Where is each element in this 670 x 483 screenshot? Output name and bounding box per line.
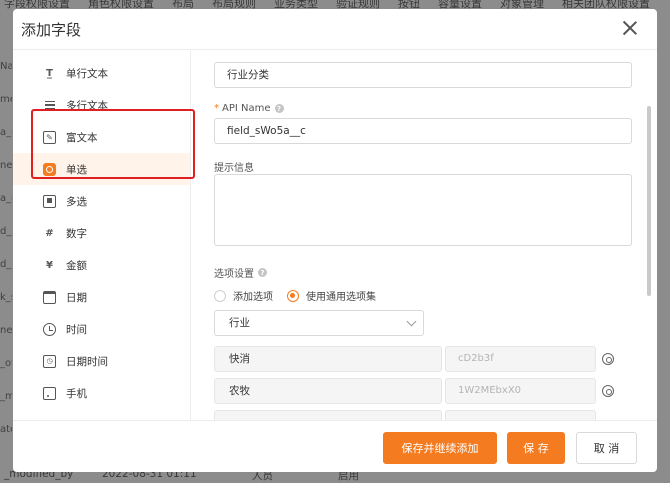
field-label-input[interactable]: 行业分类 [214, 62, 632, 88]
option-source-radio-group: 添加选项 使用通用选项集 [214, 288, 390, 303]
field-type-list: T̲ 单行文本 多行文本 ✎ 富文本 单选 多选 # 数字 ¥ 金额 日期 时间… [13, 51, 191, 420]
field-type-datetime[interactable]: ◷ 日期时间 [13, 345, 190, 377]
required-mark: * [214, 103, 219, 114]
field-type-label: 日期时间 [66, 355, 108, 368]
field-type-label: 单选 [66, 163, 87, 176]
text-icon: T̲ [46, 67, 53, 79]
field-type-number[interactable]: # 数字 [13, 217, 190, 249]
datetime-icon: ◷ [43, 354, 56, 368]
lines-icon [43, 99, 56, 112]
option-row-partial [214, 410, 624, 420]
api-name-label: * API Name ? [214, 103, 284, 114]
field-type-label: 数字 [66, 227, 87, 240]
rich-text-icon: ✎ [43, 130, 56, 144]
option-row: 快消 cD2b3f [214, 346, 624, 372]
field-type-label: 多选 [66, 195, 87, 208]
radio-icon [43, 162, 56, 176]
field-type-date[interactable]: 日期 [13, 281, 190, 313]
clock-icon [43, 322, 56, 336]
field-type-single-select[interactable]: 单选 [13, 153, 190, 185]
field-type-label: 手机 [66, 387, 87, 400]
radio-label: 使用通用选项集 [306, 292, 376, 303]
hash-icon: # [45, 227, 54, 239]
field-type-label: 金额 [66, 259, 87, 272]
field-type-phone[interactable]: 手机 [13, 377, 190, 409]
gear-icon[interactable] [602, 385, 614, 397]
tip-textarea[interactable] [214, 174, 632, 246]
field-type-multi-line-text[interactable]: 多行文本 [13, 89, 190, 121]
option-set-select[interactable]: 行业 [214, 310, 424, 336]
option-name-input[interactable]: 快消 [214, 346, 442, 372]
cancel-button[interactable]: 取 消 [576, 432, 637, 464]
gear-icon[interactable] [602, 353, 614, 365]
form-scrollbar[interactable] [647, 106, 651, 296]
options-label: 选项设置 ? [214, 265, 267, 280]
field-form: 行业分类 * API Name ? field_sWo5a__c 提示信息 选项设… [191, 51, 657, 420]
field-type-amount[interactable]: ¥ 金额 [13, 249, 190, 281]
close-icon[interactable] [621, 19, 639, 37]
radio-label: 添加选项 [233, 292, 273, 303]
field-type-single-line-text[interactable]: T̲ 单行文本 [13, 57, 190, 89]
field-type-label: 多行文本 [66, 99, 108, 112]
dialog-body: T̲ 单行文本 多行文本 ✎ 富文本 单选 多选 # 数字 ¥ 金额 日期 时间… [13, 51, 657, 420]
field-type-label: 日期 [66, 291, 87, 304]
field-type-time[interactable]: 时间 [13, 313, 190, 345]
option-code-input[interactable]: 1W2MEbxX0 [445, 378, 596, 404]
field-type-label: 时间 [66, 323, 87, 336]
option-code-input[interactable]: cD2b3f [445, 346, 596, 372]
radio-common-option-set[interactable]: 使用通用选项集 [287, 288, 376, 303]
field-type-label: 富文本 [66, 131, 98, 144]
option-name-input[interactable] [214, 410, 442, 420]
dialog-title: 添加字段 [21, 20, 82, 39]
add-field-dialog: 添加字段 T̲ 单行文本 多行文本 ✎ 富文本 单选 多选 # 数字 ¥ 金额 … [13, 9, 657, 472]
radio-dot-selected [287, 289, 299, 302]
tip-label: 提示信息 [214, 163, 254, 174]
field-type-label: 单行文本 [66, 67, 108, 80]
save-button[interactable]: 保 存 [507, 432, 565, 464]
calendar-icon [43, 290, 56, 304]
save-and-continue-button[interactable]: 保存并继续添加 [383, 432, 497, 464]
phone-icon [43, 386, 56, 400]
yen-icon: ¥ [46, 259, 53, 271]
radio-dot [214, 289, 226, 302]
dialog-footer: 保存并继续添加 保 存 取 消 [13, 420, 657, 472]
dialog-header: 添加字段 [13, 9, 657, 50]
help-icon[interactable]: ? [274, 104, 284, 113]
api-name-input[interactable]: field_sWo5a__c [214, 118, 632, 144]
options-label-text: 选项设置 [214, 269, 254, 280]
field-type-rich-text[interactable]: ✎ 富文本 [13, 121, 190, 153]
option-code-input[interactable] [445, 410, 596, 420]
field-type-multi-select[interactable]: 多选 [13, 185, 190, 217]
option-row: 农牧 1W2MEbxX0 [214, 378, 624, 404]
chevron-down-icon [406, 316, 417, 327]
help-icon[interactable]: ? [258, 268, 267, 277]
option-name-input[interactable]: 农牧 [214, 378, 442, 404]
option-set-value: 行业 [229, 317, 250, 329]
api-name-label-text: API Name [222, 103, 271, 114]
checkbox-icon [43, 194, 56, 208]
radio-add-options[interactable]: 添加选项 [214, 288, 273, 303]
